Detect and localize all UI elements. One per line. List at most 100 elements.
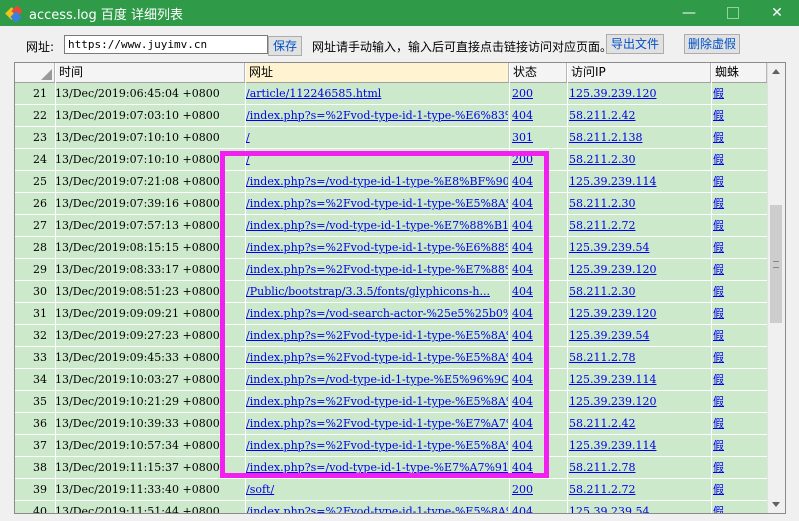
ip-link[interactable]: 58.211.2.42 (569, 105, 709, 126)
table-row[interactable]: 30 13/Dec/2019:08:51:23 +0800/Public/boot… (15, 281, 767, 303)
url-link[interactable]: /index.php?s=%2Fvod-type-id-1-type-%E5%8… (246, 193, 508, 214)
table-row[interactable]: 40 13/Dec/2019:11:51:44 +0800/index.php?s… (15, 501, 767, 513)
spider-link[interactable]: 假 (713, 215, 753, 236)
status-link[interactable]: 404 (512, 281, 562, 302)
ip-link[interactable]: 125.39.239.120 (569, 259, 709, 280)
export-file-button[interactable]: 导出文件 (606, 34, 664, 54)
ip-link[interactable]: 58.211.2.138 (569, 127, 709, 148)
spider-link[interactable]: 假 (713, 281, 753, 302)
table-row[interactable]: 33 13/Dec/2019:09:45:33 +0800/index.php?s… (15, 347, 767, 369)
table-row[interactable]: 26 13/Dec/2019:07:39:16 +0800/index.php?s… (15, 193, 767, 215)
table-row[interactable]: 27 13/Dec/2019:07:57:13 +0800/index.php?s… (15, 215, 767, 237)
url-link[interactable]: /index.php?s=%2Fvod-type-id-1-type-%E6%8… (246, 237, 508, 258)
close-button[interactable]: ✕ (755, 0, 799, 26)
status-link[interactable]: 404 (512, 457, 562, 478)
spider-link[interactable]: 假 (713, 83, 753, 104)
ip-link[interactable]: 125.39.239.54 (569, 237, 709, 258)
url-link[interactable]: /index.php?s=%2Fvod-type-id-1-type-%E5%8… (246, 325, 508, 346)
scroll-down-arrow-icon[interactable] (768, 496, 785, 513)
status-link[interactable]: 200 (512, 149, 562, 170)
status-link[interactable]: 404 (512, 215, 562, 236)
spider-link[interactable]: 假 (713, 457, 753, 478)
ip-link[interactable]: 58.211.2.78 (569, 347, 709, 368)
scroll-up-arrow-icon[interactable] (768, 63, 785, 80)
ip-link[interactable]: 125.39.239.114 (569, 369, 709, 390)
url-link[interactable]: /soft/ (246, 479, 508, 500)
ip-link[interactable]: 58.211.2.42 (569, 413, 709, 434)
spider-link[interactable]: 假 (713, 347, 753, 368)
ip-link[interactable]: 125.39.239.114 (569, 171, 709, 192)
url-link[interactable]: /index.php?s=/vod-type-id-1-type-%E5%96%… (246, 369, 508, 390)
ip-link[interactable]: 125.39.239.120 (569, 303, 709, 324)
url-link[interactable]: /index.php?s=%2Fvod-type-id-1-type-%E7%8… (246, 259, 508, 280)
table-row[interactable]: 22 13/Dec/2019:07:03:10 +0800/index.php?s… (15, 105, 767, 127)
url-link[interactable]: / (246, 127, 508, 148)
url-link[interactable]: /index.php?s=%2Fvod-type-id-1-type-%E5%8… (246, 501, 508, 513)
status-link[interactable]: 200 (512, 479, 562, 500)
ip-link[interactable]: 58.211.2.30 (569, 193, 709, 214)
spider-link[interactable]: 假 (713, 303, 753, 324)
status-link[interactable]: 404 (512, 325, 562, 346)
select-all-corner[interactable] (15, 63, 55, 82)
column-header-time[interactable]: 时间 (55, 63, 245, 82)
url-link[interactable]: /Public/bootstrap/3.3.5/fonts/glyphicons… (246, 281, 508, 302)
table-row[interactable]: 25 13/Dec/2019:07:21:08 +0800/index.php?s… (15, 171, 767, 193)
table-row[interactable]: 23 13/Dec/2019:07:10:10 +0800 /301 58.211.2… (15, 127, 767, 149)
ip-link[interactable]: 125.39.239.120 (569, 83, 709, 104)
status-link[interactable]: 301 (512, 127, 562, 148)
column-header-spider[interactable]: 蜘蛛 (711, 63, 767, 82)
column-header-status[interactable]: 状态 (509, 63, 567, 82)
spider-link[interactable]: 假 (713, 237, 753, 258)
table-row[interactable]: 39 13/Dec/2019:11:33:40 +0800/soft/200 58.… (15, 479, 767, 501)
url-link[interactable]: /index.php?s=/vod-type-id-1-type-%E8%BF%… (246, 171, 508, 192)
column-header-ip[interactable]: 访问IP (567, 63, 711, 82)
spider-link[interactable]: 假 (713, 105, 753, 126)
status-link[interactable]: 404 (512, 413, 562, 434)
spider-link[interactable]: 假 (713, 325, 753, 346)
status-link[interactable]: 404 (512, 347, 562, 368)
spider-link[interactable]: 假 (713, 171, 753, 192)
spider-link[interactable]: 假 (713, 413, 753, 434)
table-row[interactable]: 31 13/Dec/2019:09:09:21 +0800/index.php?s… (15, 303, 767, 325)
ip-link[interactable]: 58.211.2.72 (569, 215, 709, 236)
spider-link[interactable]: 假 (713, 479, 753, 500)
vertical-scrollbar[interactable] (767, 63, 785, 513)
status-link[interactable]: 404 (512, 501, 562, 513)
url-link[interactable]: /index.php?s=%2Fvod-type-id-1-type-%E5%8… (246, 435, 508, 456)
table-row[interactable]: 34 13/Dec/2019:10:03:27 +0800/index.php?s… (15, 369, 767, 391)
spider-link[interactable]: 假 (713, 149, 753, 170)
status-link[interactable]: 404 (512, 303, 562, 324)
ip-link[interactable]: 125.39.239.114 (569, 435, 709, 456)
scrollbar-thumb[interactable] (770, 205, 782, 323)
spider-link[interactable]: 假 (713, 501, 753, 513)
status-link[interactable]: 404 (512, 193, 562, 214)
ip-link[interactable]: 125.39.239.120 (569, 391, 709, 412)
table-row[interactable]: 38 13/Dec/2019:11:15:37 +0800/index.php?s… (15, 457, 767, 479)
table-row[interactable]: 37 13/Dec/2019:10:57:34 +0800/index.php?s… (15, 435, 767, 457)
ip-link[interactable]: 58.211.2.30 (569, 149, 709, 170)
table-row[interactable]: 36 13/Dec/2019:10:39:33 +0800/index.php?s… (15, 413, 767, 435)
save-button[interactable]: 保存 (268, 36, 302, 56)
ip-link[interactable]: 58.211.2.72 (569, 479, 709, 500)
table-row[interactable]: 35 13/Dec/2019:10:21:29 +0800/index.php?s… (15, 391, 767, 413)
minimize-button[interactable]: — (667, 0, 711, 26)
spider-link[interactable]: 假 (713, 259, 753, 280)
status-link[interactable]: 404 (512, 369, 562, 390)
ip-link[interactable]: 58.211.2.78 (569, 457, 709, 478)
status-link[interactable]: 404 (512, 171, 562, 192)
ip-link[interactable]: 58.211.2.30 (569, 281, 709, 302)
ip-link[interactable]: 125.39.239.54 (569, 325, 709, 346)
status-link[interactable]: 404 (512, 259, 562, 280)
url-link[interactable]: /index.php?s=%2Fvod-type-id-1-type-%E5%8… (246, 347, 508, 368)
maximize-button[interactable] (711, 0, 755, 26)
table-row[interactable]: 21 13/Dec/2019:06:45:04 +0800/article/112… (15, 83, 767, 105)
spider-link[interactable]: 假 (713, 193, 753, 214)
table-row[interactable]: 32 13/Dec/2019:09:27:23 +0800/index.php?s… (15, 325, 767, 347)
url-link[interactable]: /index.php?s=%2Fvod-type-id-1-type-%E7%A… (246, 413, 508, 434)
status-link[interactable]: 404 (512, 237, 562, 258)
url-link[interactable]: /index.php?s=/vod-type-id-1-type-%E7%A7%… (246, 457, 508, 478)
spider-link[interactable]: 假 (713, 127, 753, 148)
status-link[interactable]: 404 (512, 105, 562, 126)
spider-link[interactable]: 假 (713, 435, 753, 456)
spider-link[interactable]: 假 (713, 369, 753, 390)
